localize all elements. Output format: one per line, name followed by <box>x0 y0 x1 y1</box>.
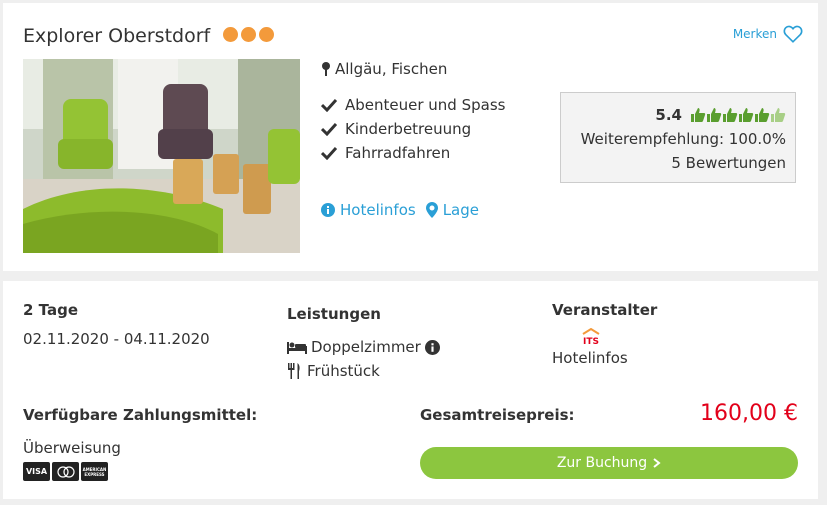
checkmark-icon <box>321 98 337 112</box>
feature-item: Fahrradfahren <box>321 141 505 165</box>
hotelinfos-label: Hotelinfos <box>340 201 416 219</box>
room-type: Doppelzimmer <box>287 338 440 356</box>
thumbs-up-icon <box>755 108 770 122</box>
total-price-title: Gesamtreisepreis: <box>420 406 575 424</box>
checkmark-icon <box>321 122 337 136</box>
thumbs-up-icon <box>723 108 738 122</box>
chevron-right-icon <box>653 458 661 468</box>
feature-item: Abenteuer und Spass <box>321 93 505 117</box>
rating-box[interactable]: 5.4 Weiterempfehlung: 100.0% 5 Bewertung… <box>560 92 796 183</box>
lage-link[interactable]: Lage <box>425 201 479 219</box>
payment-icons: VISA AMERICAN EXPRESS <box>23 462 108 481</box>
amex-icon: AMERICAN EXPRESS <box>81 462 108 481</box>
hotel-name[interactable]: Explorer Oberstdorf <box>23 25 210 47</box>
feature-label: Kinderbetreuung <box>345 120 472 138</box>
payment-method: Überweisung <box>23 439 121 457</box>
save-label: Merken <box>732 27 777 41</box>
lage-label: Lage <box>442 201 479 219</box>
amex-label: AMERICAN EXPRESS <box>82 466 107 477</box>
services-title: Leistungen <box>287 305 381 323</box>
map-marker-icon <box>425 202 438 218</box>
save-button[interactable]: Merken <box>733 25 803 43</box>
feature-item: Kinderbetreuung <box>321 117 505 141</box>
hotel-photo[interactable] <box>23 59 300 253</box>
hotel-links: Hotelinfos Lage <box>321 201 479 219</box>
info-icon <box>321 203 335 217</box>
category-dot-icon <box>241 27 256 42</box>
visa-label: VISA <box>25 467 48 476</box>
total-price: 160,00 € <box>700 401 798 426</box>
thumbs-up-icon <box>771 108 786 122</box>
info-icon[interactable] <box>424 339 440 355</box>
its-logo: ITS <box>582 327 600 347</box>
mastercard-icon <box>52 462 79 481</box>
hotel-card: Explorer Oberstdorf Merken Allgäu, Fisch… <box>3 3 818 271</box>
duration: 2 Tage <box>23 301 78 319</box>
reviews-count: 5 Bewertungen <box>671 154 786 172</box>
feature-label: Abenteuer und Spass <box>345 96 506 114</box>
feature-list: Abenteuer und Spass Kinderbetreuung Fahr… <box>321 93 505 165</box>
feature-label: Fahrradfahren <box>345 144 451 162</box>
cutlery-icon <box>288 363 300 379</box>
book-button[interactable]: Zur Buchung <box>420 447 798 479</box>
hotelinfos-link[interactable]: Hotelinfos <box>321 201 416 219</box>
thumbs-up-icon <box>739 108 754 122</box>
bed-icon <box>287 342 307 354</box>
travel-dates: 02.11.2020 - 04.11.2020 <box>23 330 210 348</box>
operator-title: Veranstalter <box>552 301 658 319</box>
category-dot-icon <box>223 27 238 42</box>
heart-icon <box>783 25 803 43</box>
offer-card: 2 Tage 02.11.2020 - 04.11.2020 Leistunge… <box>3 281 818 499</box>
rating-score: 5.4 <box>655 106 682 124</box>
visa-icon: VISA <box>23 462 50 481</box>
hotel-location: Allgäu, Fischen <box>321 60 447 78</box>
thumbs-up-icon <box>691 108 706 122</box>
operator-logo[interactable]: ITS <box>579 327 603 350</box>
book-button-label: Zur Buchung <box>556 455 648 471</box>
location-text: Allgäu, Fischen <box>335 60 448 78</box>
rating-score-row: 5.4 <box>561 103 786 127</box>
category-dot-icon <box>259 27 274 42</box>
checkmark-icon <box>321 146 337 160</box>
recommendation-text: Weiterempfehlung: 100.0% <box>580 130 786 148</box>
operator-hotelinfos-link[interactable]: Hotelinfos <box>552 349 628 367</box>
thumbs-rating <box>690 107 786 123</box>
board-label: Frühstück <box>307 362 380 380</box>
hotel-category-rating <box>223 27 274 42</box>
svg-text:ITS: ITS <box>583 337 599 346</box>
board-type: Frühstück <box>287 362 380 380</box>
map-pin-icon <box>322 62 330 76</box>
hotel-lobby-image <box>23 59 300 253</box>
room-label: Doppelzimmer <box>311 338 421 356</box>
thumbs-up-icon <box>707 108 722 122</box>
payment-title: Verfügbare Zahlungsmittel: <box>23 406 258 424</box>
